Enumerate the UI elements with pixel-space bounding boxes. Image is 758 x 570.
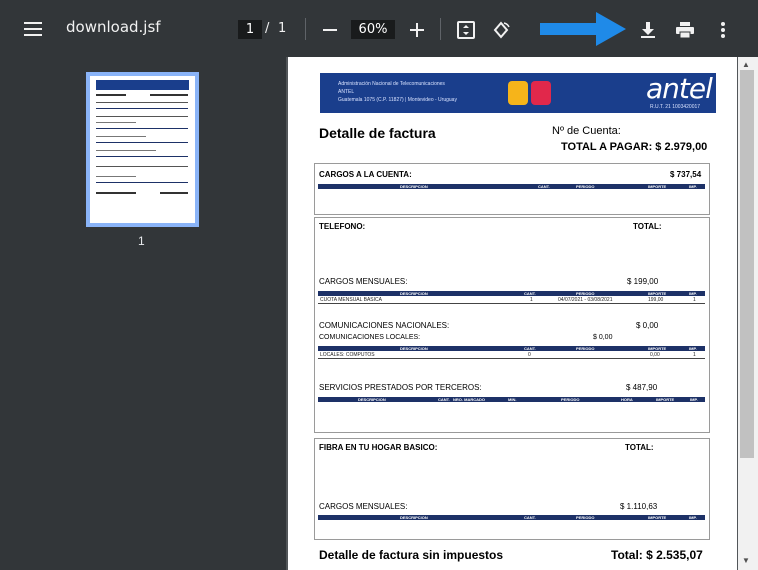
- header-rut: R.U.T. 21 1003420017: [650, 104, 701, 110]
- arrow-annotation-icon: [540, 12, 626, 46]
- toolbar-divider: [440, 18, 441, 40]
- terceros-amount: $ 487,90: [626, 383, 658, 392]
- cargos-cuenta-amount: $ 737,54: [670, 170, 702, 179]
- com-locales-label: COMUNICACIONES LOCALES:: [319, 334, 421, 341]
- table-header: DESCRIPCION CANT. PERIODO IMPORTE IMP.: [318, 346, 705, 351]
- toolbar-divider: [305, 18, 306, 40]
- table-header: DESCRIPCION CANT. PERIODO IMPORTE IMP.: [318, 184, 705, 189]
- service-logo-icon: [531, 81, 551, 105]
- page-thumbnail[interactable]: [86, 72, 199, 227]
- fibra-cargos-mensuales: CARGOS MENSUALES:: [319, 502, 408, 511]
- header-address: Guatemala 1075 (C.P. 11827) | Montevideo…: [338, 97, 457, 103]
- page-separator: /: [265, 21, 270, 36]
- invoice-title: Detalle de factura: [319, 125, 436, 141]
- table-row: LOCALES: COMPUTOS 0 0,00 1: [318, 352, 705, 359]
- com-nacionales-amount: $ 0,00: [636, 321, 659, 330]
- scrollbar-thumb[interactable]: [740, 70, 754, 458]
- telefono-total-label: TOTAL:: [633, 222, 662, 231]
- scroll-up-icon[interactable]: ▲: [742, 60, 750, 69]
- zoom-level-input[interactable]: 60%: [351, 20, 395, 39]
- telefono-label: TELEFONO:: [319, 222, 366, 231]
- header-antel-small: ANTEL: [338, 89, 355, 95]
- account-number-label: Nº de Cuenta:: [552, 125, 621, 137]
- table-header: DESCRIPCION CANT. PERIODO IMPORTE IMP.: [318, 291, 705, 296]
- header-org-name: Administración Nacional de Telecomunicac…: [338, 81, 445, 87]
- menu-icon[interactable]: [18, 17, 48, 41]
- terceros-label: SERVICIOS PRESTADOS POR TERCEROS:: [319, 383, 482, 392]
- fibra-total-label: TOTAL:: [625, 443, 654, 452]
- fibra-section: [314, 438, 710, 540]
- phone-logo-icon: [508, 81, 528, 105]
- print-icon[interactable]: [671, 16, 699, 44]
- thumbnail-preview: [90, 76, 195, 223]
- more-options-icon[interactable]: [709, 16, 737, 44]
- antel-logo: antel: [646, 72, 713, 105]
- com-nacionales-label: COMUNICACIONES NACIONALES:: [319, 321, 450, 330]
- table-row: CUOTA MENSUAL BASICA 1 04/07/2021 - 03/0…: [318, 297, 705, 304]
- table-header: DESCRIPCION CANT. NRO. MARCADO MIN. PERI…: [318, 397, 705, 402]
- table-header: DESCRIPCION CANT. PERIODO IMPORTE IMP.: [318, 515, 705, 520]
- page-total: 1: [278, 21, 287, 36]
- telefono-cargos-mensuales-amount: $ 199,00: [627, 277, 659, 286]
- rotate-icon[interactable]: [487, 16, 515, 44]
- page-number-input[interactable]: 1: [238, 20, 262, 39]
- fibra-label: FIBRA EN TU HOGAR BASICO:: [319, 443, 438, 452]
- download-icon[interactable]: [634, 16, 662, 44]
- zoom-out-button[interactable]: [316, 16, 344, 44]
- telefono-cargos-mensuales: CARGOS MENSUALES:: [319, 277, 408, 286]
- thumbnail-page-number: 1: [138, 234, 145, 248]
- scroll-down-icon[interactable]: ▼: [742, 556, 750, 565]
- document-title: download.jsf: [66, 18, 161, 36]
- total-to-pay: TOTAL A PAGAR: $ 2.979,00: [561, 141, 708, 153]
- fit-to-page-icon[interactable]: [452, 16, 480, 44]
- cargos-cuenta-label: CARGOS A LA CUENTA:: [319, 170, 412, 179]
- footer-total: Total: $ 2.535,07: [611, 548, 703, 562]
- fibra-cargos-mensuales-amount: $ 1.110,63: [620, 502, 658, 511]
- com-locales-amount: $ 0,00: [593, 334, 613, 341]
- pdf-toolbar: download.jsf 1 / 1 60%: [0, 0, 758, 57]
- footer-title: Detalle de factura sin impuestos: [319, 548, 504, 562]
- zoom-in-button[interactable]: [403, 16, 431, 44]
